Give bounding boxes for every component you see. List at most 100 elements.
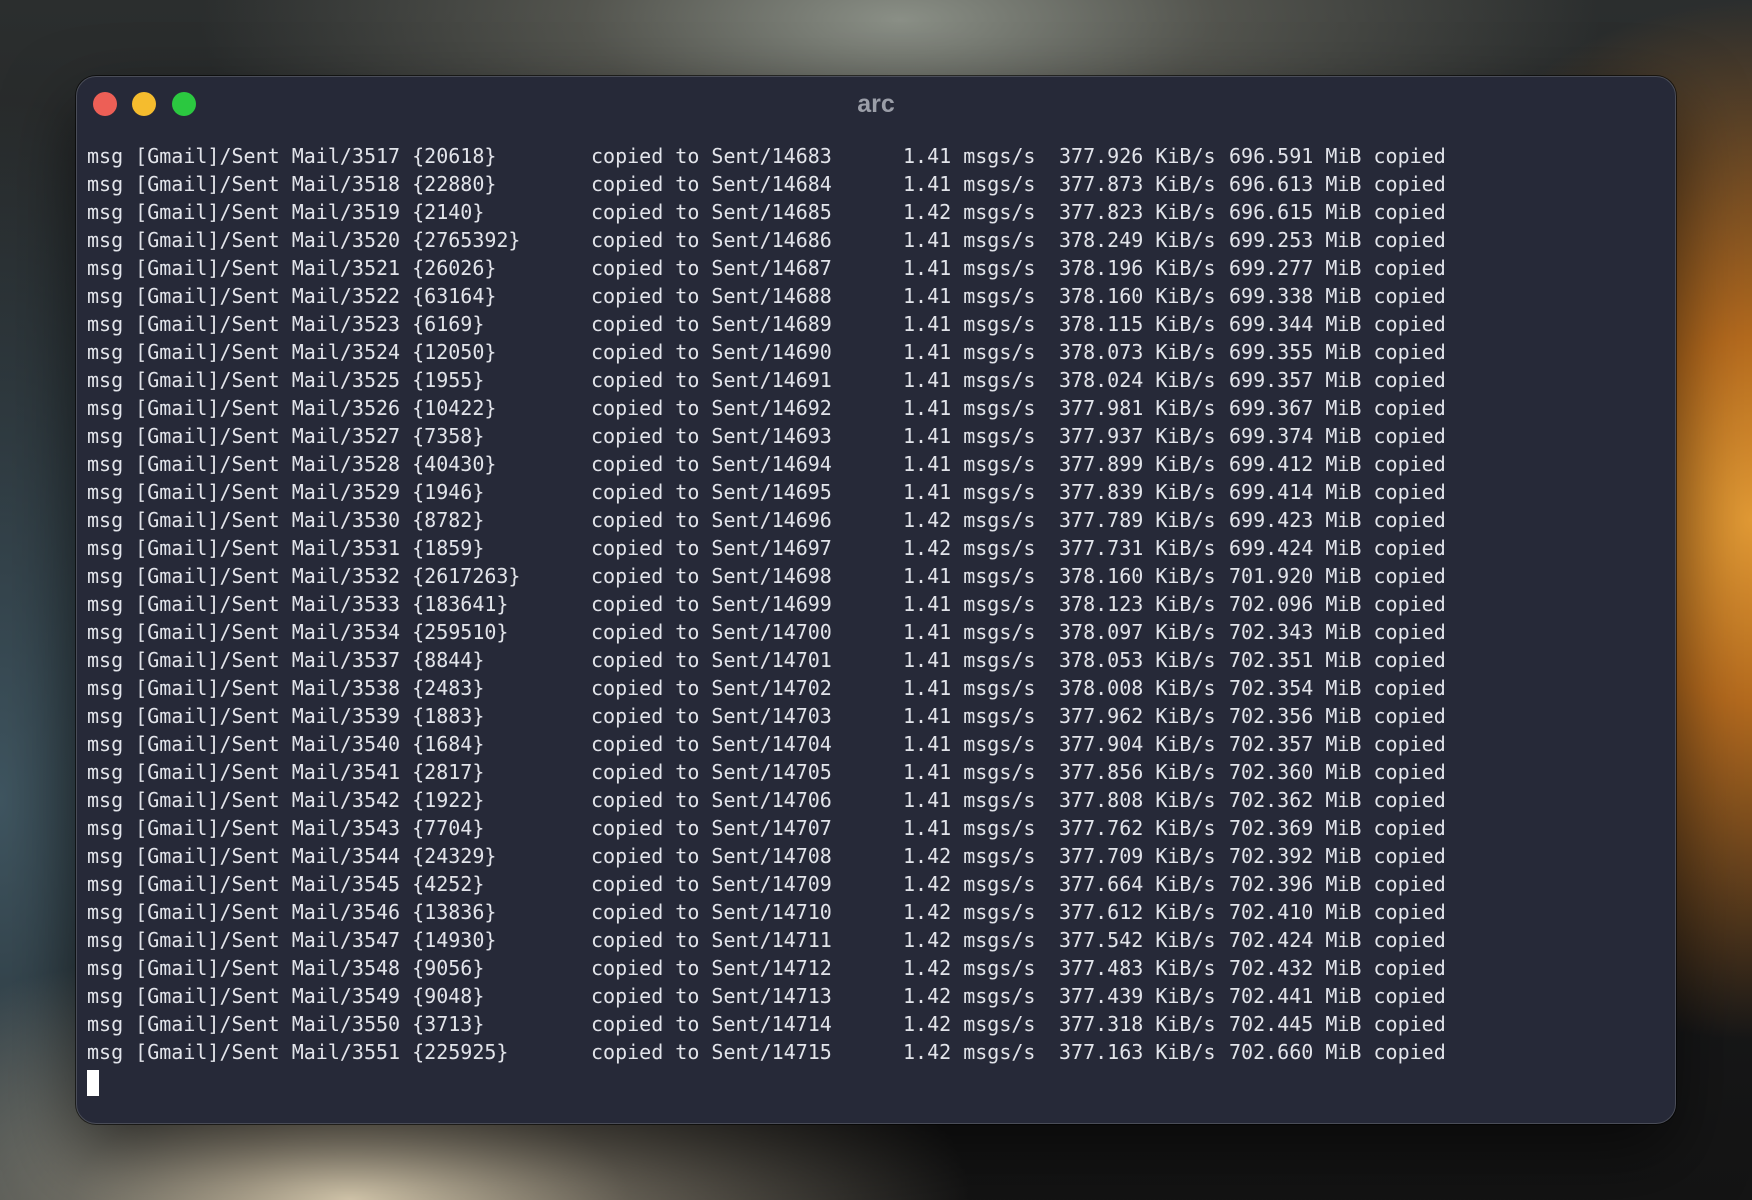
- line-msg-rate: 1.42 msgs/s: [903, 900, 1036, 924]
- line-destination: copied to Sent/14711: [591, 928, 832, 952]
- line-destination: copied to Sent/14695: [591, 480, 832, 504]
- line-source: msg [Gmail]/Sent Mail/3525 {1955}: [87, 368, 485, 392]
- line-msg-rate: 1.41 msgs/s: [903, 172, 1036, 196]
- line-total-copied: 701.920 MiB copied: [1229, 564, 1446, 588]
- line-byte-rate: 377.664 KiB/s: [1059, 872, 1216, 896]
- line-source: msg [Gmail]/Sent Mail/3548 {9056}: [87, 956, 485, 980]
- line-byte-rate: 378.196 KiB/s: [1059, 256, 1216, 280]
- line-total-copied: 702.445 MiB copied: [1229, 1012, 1446, 1036]
- line-total-copied: 699.424 MiB copied: [1229, 536, 1446, 560]
- line-byte-rate: 377.926 KiB/s: [1059, 144, 1216, 168]
- terminal-cursor: [87, 1070, 99, 1096]
- line-source: msg [Gmail]/Sent Mail/3517 {20618}: [87, 144, 497, 168]
- line-byte-rate: 377.839 KiB/s: [1059, 480, 1216, 504]
- terminal-line: msg [Gmail]/Sent Mail/3520 {2765392} copi…: [87, 226, 1675, 254]
- line-destination: copied to Sent/14699: [591, 592, 832, 616]
- line-source: msg [Gmail]/Sent Mail/3543 {7704}: [87, 816, 485, 840]
- terminal-line: msg [Gmail]/Sent Mail/3517 {20618} copied…: [87, 142, 1675, 170]
- line-byte-rate: 377.856 KiB/s: [1059, 760, 1216, 784]
- line-source: msg [Gmail]/Sent Mail/3547 {14930}: [87, 928, 497, 952]
- line-msg-rate: 1.42 msgs/s: [903, 508, 1036, 532]
- line-total-copied: 699.374 MiB copied: [1229, 424, 1446, 448]
- line-destination: copied to Sent/14709: [591, 872, 832, 896]
- line-total-copied: 696.591 MiB copied: [1229, 144, 1446, 168]
- line-source: msg [Gmail]/Sent Mail/3521 {26026}: [87, 256, 497, 280]
- line-source: msg [Gmail]/Sent Mail/3520 {2765392}: [87, 228, 521, 252]
- line-destination: copied to Sent/14685: [591, 200, 832, 224]
- line-msg-rate: 1.42 msgs/s: [903, 956, 1036, 980]
- line-total-copied: 702.356 MiB copied: [1229, 704, 1446, 728]
- line-total-copied: 702.660 MiB copied: [1229, 1040, 1446, 1064]
- line-total-copied: 699.414 MiB copied: [1229, 480, 1446, 504]
- line-msg-rate: 1.41 msgs/s: [903, 256, 1036, 280]
- terminal-line: msg [Gmail]/Sent Mail/3540 {1684} copied …: [87, 730, 1675, 758]
- terminal-line: msg [Gmail]/Sent Mail/3530 {8782} copied …: [87, 506, 1675, 534]
- line-msg-rate: 1.42 msgs/s: [903, 200, 1036, 224]
- line-source: msg [Gmail]/Sent Mail/3545 {4252}: [87, 872, 485, 896]
- terminal-line: msg [Gmail]/Sent Mail/3533 {183641} copie…: [87, 590, 1675, 618]
- line-msg-rate: 1.41 msgs/s: [903, 676, 1036, 700]
- line-total-copied: 699.355 MiB copied: [1229, 340, 1446, 364]
- line-byte-rate: 377.483 KiB/s: [1059, 956, 1216, 980]
- terminal-line: msg [Gmail]/Sent Mail/3538 {2483} copied …: [87, 674, 1675, 702]
- line-msg-rate: 1.42 msgs/s: [903, 984, 1036, 1008]
- line-destination: copied to Sent/14713: [591, 984, 832, 1008]
- title-bar[interactable]: arc: [77, 77, 1675, 133]
- line-destination: copied to Sent/14692: [591, 396, 832, 420]
- line-total-copied: 702.096 MiB copied: [1229, 592, 1446, 616]
- line-byte-rate: 377.904 KiB/s: [1059, 732, 1216, 756]
- line-msg-rate: 1.42 msgs/s: [903, 1012, 1036, 1036]
- line-source: msg [Gmail]/Sent Mail/3544 {24329}: [87, 844, 497, 868]
- terminal-output[interactable]: msg [Gmail]/Sent Mail/3517 {20618} copied…: [87, 142, 1675, 1096]
- line-byte-rate: 377.709 KiB/s: [1059, 844, 1216, 868]
- line-source: msg [Gmail]/Sent Mail/3538 {2483}: [87, 676, 485, 700]
- line-total-copied: 699.367 MiB copied: [1229, 396, 1446, 420]
- line-total-copied: 702.360 MiB copied: [1229, 760, 1446, 784]
- terminal-line: msg [Gmail]/Sent Mail/3551 {225925} copie…: [87, 1038, 1675, 1066]
- line-msg-rate: 1.42 msgs/s: [903, 928, 1036, 952]
- line-byte-rate: 377.981 KiB/s: [1059, 396, 1216, 420]
- terminal-line: msg [Gmail]/Sent Mail/3534 {259510} copie…: [87, 618, 1675, 646]
- line-byte-rate: 377.318 KiB/s: [1059, 1012, 1216, 1036]
- line-byte-rate: 378.097 KiB/s: [1059, 620, 1216, 644]
- line-msg-rate: 1.41 msgs/s: [903, 480, 1036, 504]
- line-msg-rate: 1.42 msgs/s: [903, 844, 1036, 868]
- line-source: msg [Gmail]/Sent Mail/3549 {9048}: [87, 984, 485, 1008]
- line-source: msg [Gmail]/Sent Mail/3523 {6169}: [87, 312, 485, 336]
- line-byte-rate: 378.053 KiB/s: [1059, 648, 1216, 672]
- line-msg-rate: 1.42 msgs/s: [903, 536, 1036, 560]
- line-total-copied: 699.423 MiB copied: [1229, 508, 1446, 532]
- line-source: msg [Gmail]/Sent Mail/3519 {2140}: [87, 200, 485, 224]
- line-byte-rate: 377.762 KiB/s: [1059, 816, 1216, 840]
- line-source: msg [Gmail]/Sent Mail/3522 {63164}: [87, 284, 497, 308]
- terminal-line: msg [Gmail]/Sent Mail/3529 {1946} copied …: [87, 478, 1675, 506]
- terminal-line: msg [Gmail]/Sent Mail/3521 {26026} copied…: [87, 254, 1675, 282]
- line-msg-rate: 1.41 msgs/s: [903, 368, 1036, 392]
- line-source: msg [Gmail]/Sent Mail/3537 {8844}: [87, 648, 485, 672]
- terminal-line: msg [Gmail]/Sent Mail/3532 {2617263} copi…: [87, 562, 1675, 590]
- line-total-copied: 696.613 MiB copied: [1229, 172, 1446, 196]
- terminal-line: msg [Gmail]/Sent Mail/3537 {8844} copied …: [87, 646, 1675, 674]
- line-destination: copied to Sent/14710: [591, 900, 832, 924]
- line-total-copied: 702.354 MiB copied: [1229, 676, 1446, 700]
- terminal-line: msg [Gmail]/Sent Mail/3550 {3713} copied …: [87, 1010, 1675, 1038]
- terminal-line: msg [Gmail]/Sent Mail/3541 {2817} copied …: [87, 758, 1675, 786]
- terminal-line: msg [Gmail]/Sent Mail/3522 {63164} copied…: [87, 282, 1675, 310]
- line-msg-rate: 1.41 msgs/s: [903, 144, 1036, 168]
- line-destination: copied to Sent/14701: [591, 648, 832, 672]
- line-msg-rate: 1.42 msgs/s: [903, 1040, 1036, 1064]
- terminal-line: msg [Gmail]/Sent Mail/3543 {7704} copied …: [87, 814, 1675, 842]
- line-destination: copied to Sent/14694: [591, 452, 832, 476]
- line-total-copied: 702.369 MiB copied: [1229, 816, 1446, 840]
- line-msg-rate: 1.41 msgs/s: [903, 592, 1036, 616]
- line-destination: copied to Sent/14697: [591, 536, 832, 560]
- line-destination: copied to Sent/14704: [591, 732, 832, 756]
- line-source: msg [Gmail]/Sent Mail/3524 {12050}: [87, 340, 497, 364]
- line-destination: copied to Sent/14688: [591, 284, 832, 308]
- line-total-copied: 702.432 MiB copied: [1229, 956, 1446, 980]
- line-msg-rate: 1.41 msgs/s: [903, 284, 1036, 308]
- line-source: msg [Gmail]/Sent Mail/3551 {225925}: [87, 1040, 509, 1064]
- line-byte-rate: 377.789 KiB/s: [1059, 508, 1216, 532]
- terminal-line: msg [Gmail]/Sent Mail/3548 {9056} copied …: [87, 954, 1675, 982]
- line-byte-rate: 377.937 KiB/s: [1059, 424, 1216, 448]
